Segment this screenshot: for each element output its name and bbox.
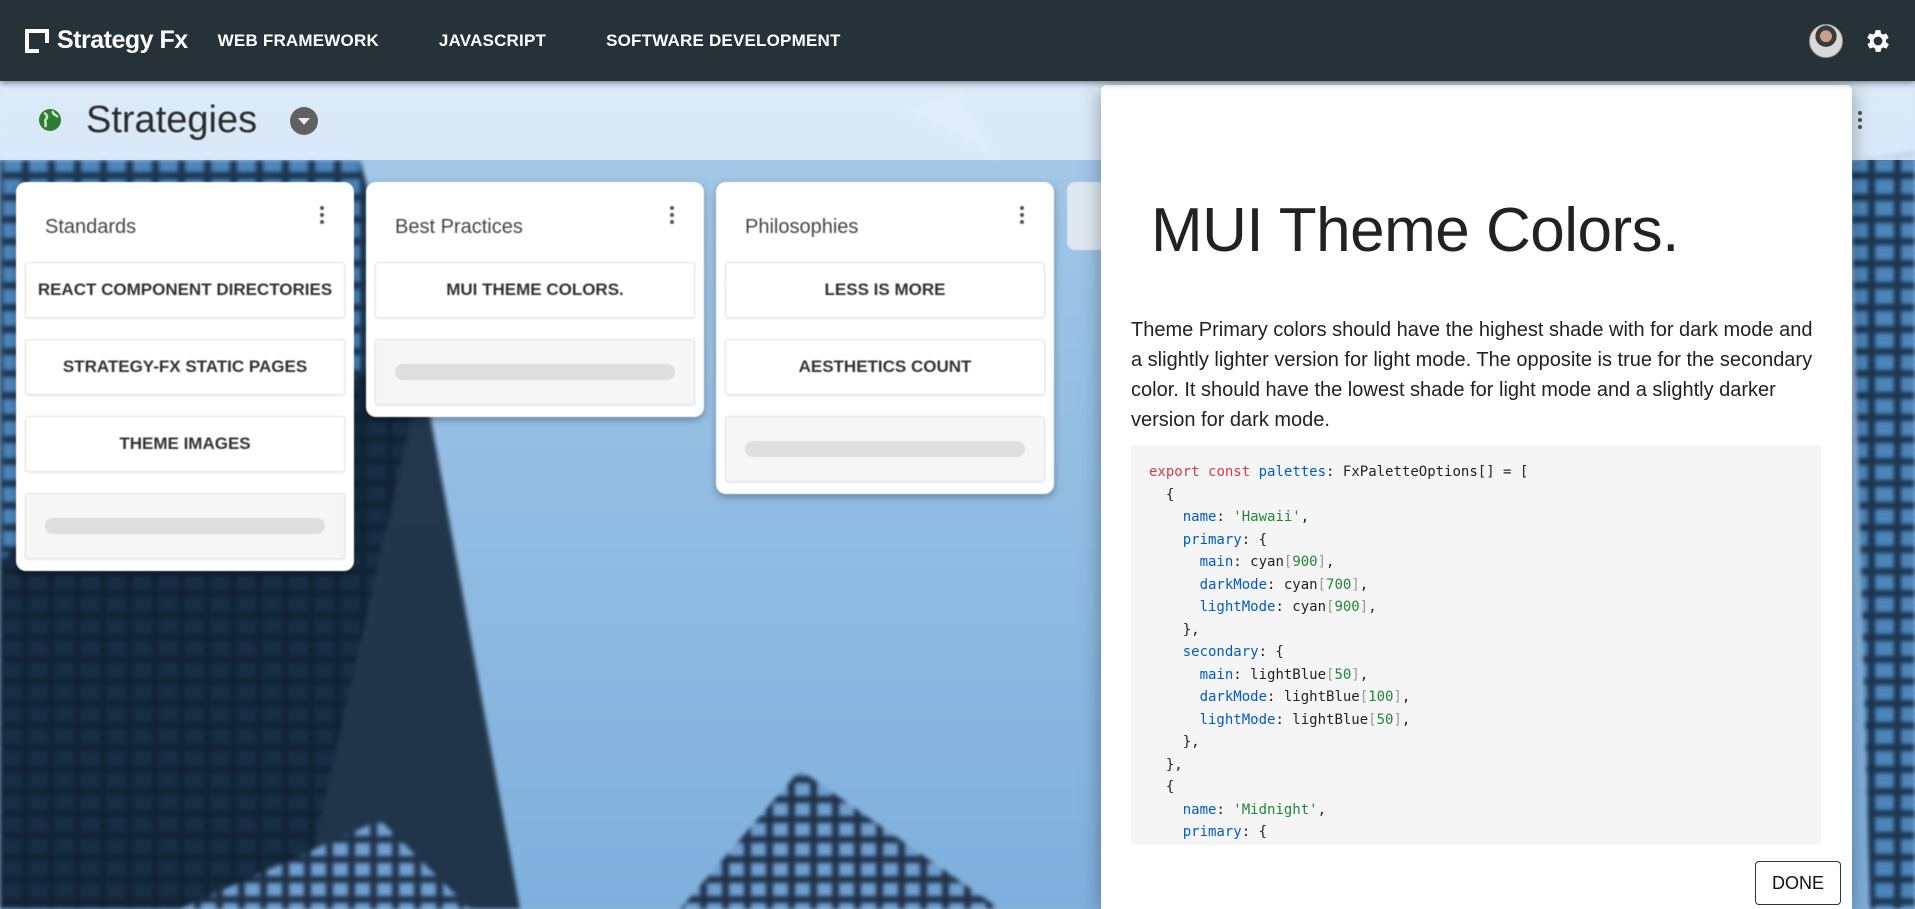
code-line: secondary: { — [1182, 644, 1284, 660]
column-best-practices: Best Practices MUI THEME COLORS. — [366, 182, 704, 417]
card-less-is-more[interactable]: LESS IS MORE — [725, 262, 1045, 318]
code-line: }, — [1149, 734, 1200, 750]
nav-web-framework[interactable]: WEB FRAMEWORK — [210, 31, 409, 51]
card-mui-theme-colors[interactable]: MUI THEME COLORS. — [375, 262, 695, 318]
drawer-title: MUI Theme Colors. — [1151, 195, 1679, 265]
column-standards: Standards REACT COMPONENT DIRECTORIES ST… — [16, 182, 354, 571]
card-react-component-directories[interactable]: REACT COMPONENT DIRECTORIES — [25, 262, 345, 318]
column-philosophies: Philosophies LESS IS MORE AESTHETICS COU… — [716, 182, 1054, 494]
code-line: primary: { — [1182, 824, 1268, 840]
more-vert-icon[interactable] — [1858, 111, 1862, 132]
code-line: }, — [1149, 756, 1183, 773]
more-vert-icon[interactable] — [1020, 206, 1024, 227]
code-line: name: 'Midnight', — [1182, 801, 1327, 818]
card-strategy-fx-static-pages[interactable]: STRATEGY-FX STATIC PAGES — [25, 339, 345, 395]
column-title: Philosophies — [745, 216, 859, 238]
code-line: lightMode: cyan[900], — [1199, 599, 1377, 615]
app-bar: Strategy Fx WEB FRAMEWORK JAVASCRIPT SOF… — [0, 0, 1915, 81]
add-card-placeholder[interactable] — [25, 493, 345, 559]
code-line: darkMode: cyan[700], — [1199, 576, 1369, 593]
code-line: lightMode: lightBlue[50], — [1199, 711, 1411, 728]
detail-drawer: MUI Theme Colors. Theme Primary colors s… — [1101, 85, 1852, 909]
main-nav: WEB FRAMEWORK JAVASCRIPT SOFTWARE DEVELO… — [210, 31, 871, 51]
column-title: Best Practices — [395, 216, 523, 238]
code-line: { — [1149, 779, 1175, 795]
card-theme-images[interactable]: THEME IMAGES — [25, 416, 345, 472]
column-title: Standards — [45, 216, 137, 238]
more-vert-icon[interactable] — [320, 206, 324, 227]
drawer-description: Theme Primary colors should have the hig… — [1131, 319, 1813, 431]
code-line: darkMode: lightBlue[100], — [1199, 689, 1411, 705]
chevron-down-icon[interactable] — [290, 107, 318, 135]
code-line: }, — [1149, 621, 1200, 638]
card-aesthetics-count[interactable]: AESTHETICS COUNT — [725, 339, 1045, 395]
code-block[interactable]: export const palettes: FxPaletteOptions[… — [1131, 445, 1821, 845]
brand-name: Strategy Fx — [57, 26, 188, 54]
code-line: export const palettes: FxPaletteOptions[… — [1149, 464, 1529, 480]
code-line: main: lightBlue[50], — [1199, 666, 1369, 683]
code-line: primary: { — [1182, 531, 1268, 548]
gear-icon[interactable] — [1863, 26, 1893, 56]
appbar-actions — [1809, 23, 1893, 58]
done-button[interactable]: DONE — [1755, 861, 1841, 905]
page-title: Strategies — [86, 99, 258, 141]
code-line: { — [1149, 486, 1175, 503]
avatar[interactable] — [1809, 23, 1843, 58]
card-list: MUI THEME COLORS. — [375, 262, 695, 405]
card-list: LESS IS MORE AESTHETICS COUNT — [725, 262, 1045, 482]
nav-software-development[interactable]: SOFTWARE DEVELOPMENT — [576, 31, 870, 51]
add-card-placeholder[interactable] — [375, 339, 695, 405]
card-list: REACT COMPONENT DIRECTORIES STRATEGY-FX … — [25, 262, 345, 559]
logo-icon — [25, 28, 49, 53]
add-card-placeholder[interactable] — [725, 416, 1045, 482]
code-line: name: 'Hawaii', — [1182, 509, 1310, 525]
more-vert-icon[interactable] — [670, 206, 674, 227]
brand[interactable]: Strategy Fx — [25, 26, 188, 55]
globe-icon — [39, 109, 61, 131]
nav-javascript[interactable]: JAVASCRIPT — [409, 31, 576, 51]
code-line: main: cyan[900], — [1199, 554, 1335, 570]
